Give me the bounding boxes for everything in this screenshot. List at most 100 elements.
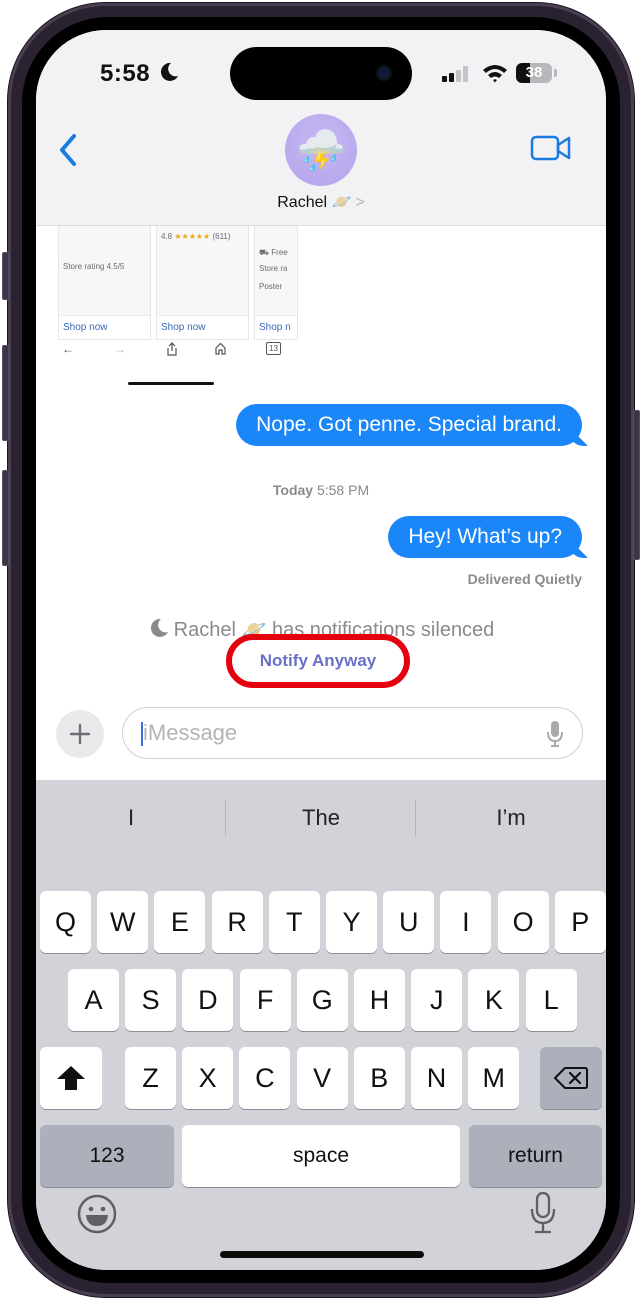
message-timestamp: Today 5:58 PM [36, 482, 606, 498]
key-s[interactable]: S [125, 969, 177, 1031]
free-shipping-text: Free [271, 248, 288, 257]
suggestion-1[interactable]: I [36, 780, 226, 856]
key-i[interactable]: I [440, 891, 492, 953]
key-w[interactable]: W [97, 891, 149, 953]
key-l[interactable]: L [525, 969, 577, 1031]
browser-back-icon[interactable]: ← [62, 342, 74, 356]
keyboard: I The I’m QWERTYUIOP ASDFGHJKL ZXCVBNM 1… [36, 780, 606, 1270]
message-bubble[interactable]: Hey! What’s up? [388, 516, 582, 558]
battery-percent: 38 [525, 64, 543, 81]
imessage-input[interactable]: iMessage [122, 707, 583, 759]
share-icon[interactable] [166, 342, 178, 356]
key-t[interactable]: T [268, 891, 320, 953]
chevron-right-icon: > [355, 194, 365, 211]
key-r[interactable]: R [211, 891, 263, 953]
tabs-count-button[interactable]: 13 [266, 342, 281, 355]
key-e[interactable]: E [154, 891, 206, 953]
key-d[interactable]: D [182, 969, 234, 1031]
conversation-header: 5:58 38 ⛈️ Rachel 🪐 > [36, 30, 606, 226]
key-a[interactable]: A [68, 969, 119, 1031]
suggestion-2[interactable]: The [226, 780, 416, 856]
key-q[interactable]: Q [40, 891, 91, 953]
browser-toolbar: ← → 13 [58, 342, 298, 364]
notify-anyway-label: Notify Anyway [259, 651, 377, 670]
key-f[interactable]: F [239, 969, 291, 1031]
back-button[interactable] [54, 130, 84, 170]
key-y[interactable]: Y [326, 891, 377, 953]
key-x[interactable]: X [182, 1047, 234, 1109]
contact-name: Rachel 🪐 [277, 194, 352, 211]
preview-grabber [128, 382, 214, 385]
action-button [2, 252, 9, 300]
moon-icon [160, 62, 178, 81]
key-j[interactable]: J [411, 969, 463, 1031]
emoji-icon[interactable] [76, 1193, 118, 1235]
status-time: 5:58 [100, 60, 151, 87]
key-p[interactable]: P [554, 891, 606, 953]
shop-now-link[interactable]: Shop now [59, 315, 150, 339]
key-k[interactable]: K [468, 969, 520, 1031]
wifi-icon [483, 65, 507, 83]
home-icon[interactable] [214, 342, 227, 355]
timestamp-day: Today [272, 482, 314, 498]
key-n[interactable]: N [411, 1047, 462, 1109]
store-rating-text: Store rating 4.5/5 [63, 262, 125, 271]
side-power-button [633, 410, 640, 560]
home-indicator [220, 1251, 424, 1258]
delete-backspace-icon [554, 1067, 588, 1089]
space-key[interactable]: space [182, 1125, 460, 1187]
timestamp-time: 5:58 PM [316, 482, 370, 498]
key-o[interactable]: O [497, 891, 549, 953]
apps-plus-button[interactable] [56, 710, 104, 758]
contact-name-button[interactable]: Rachel 🪐 > [36, 192, 606, 212]
key-u[interactable]: U [383, 891, 435, 953]
suggestion-3[interactable]: I’m [416, 780, 606, 856]
browser-forward-icon[interactable]: → [114, 342, 126, 356]
product-card[interactable]: Store rating 4.5/5 Shop now [58, 226, 151, 340]
storm-cloud-icon: ⛈️ [296, 128, 346, 173]
dynamic-island [230, 47, 412, 100]
video-call-button[interactable] [530, 134, 572, 162]
shift-icon [57, 1066, 85, 1090]
key-g[interactable]: G [296, 969, 348, 1031]
contact-avatar[interactable]: ⛈️ [285, 114, 357, 186]
numbers-key[interactable]: 123 [40, 1125, 174, 1187]
notify-anyway-button[interactable]: Notify Anyway [226, 634, 410, 688]
shipping-text: ⛟ Free [259, 248, 288, 258]
truck-icon: ⛟ [259, 248, 272, 257]
battery-icon: 38 [516, 63, 552, 83]
shop-now-link[interactable]: Shop now [157, 315, 248, 339]
rating-count: (611) [212, 232, 231, 241]
link-preview[interactable]: Store rating 4.5/5 Shop now 4.8 ★★★★★ (6… [58, 226, 298, 356]
key-m[interactable]: M [468, 1047, 520, 1109]
product-card[interactable]: 4.8 ★★★★★ (611) Shop now [156, 226, 249, 340]
battery-nub [554, 69, 557, 77]
shift-key[interactable] [40, 1047, 102, 1109]
key-z[interactable]: Z [125, 1047, 176, 1109]
delete-key[interactable] [540, 1047, 602, 1109]
moon-icon [150, 618, 168, 637]
product-type-text: Poster [259, 282, 283, 291]
product-rating: 4.8 ★★★★★ (611) [161, 232, 231, 241]
screen: 5:58 38 ⛈️ Rachel 🪐 > Store rating 4.5/5… [36, 30, 606, 1270]
delivery-status: Delivered Quietly [467, 571, 582, 587]
volume-up-button [2, 345, 9, 441]
front-camera [378, 67, 390, 79]
store-rating-text: Store ra [259, 264, 288, 273]
dictation-microphone-button[interactable] [530, 1191, 556, 1235]
key-v[interactable]: V [296, 1047, 348, 1109]
key-b[interactable]: B [353, 1047, 405, 1109]
product-card[interactable]: ⛟ Free Store ra Poster Shop n [254, 226, 298, 340]
volume-down-button [2, 470, 9, 566]
plus-icon [69, 723, 91, 745]
return-key[interactable]: return [469, 1125, 602, 1187]
rating-value: 4.8 [161, 232, 173, 241]
shop-now-link[interactable]: Shop n [255, 315, 297, 339]
imessage-placeholder: iMessage [143, 720, 238, 745]
message-bubble[interactable]: Nope. Got penne. Special brand. [236, 404, 582, 446]
key-c[interactable]: C [239, 1047, 291, 1109]
key-h[interactable]: H [354, 969, 405, 1031]
cellular-signal-icon [442, 66, 470, 82]
microphone-icon[interactable] [546, 720, 564, 748]
star-icons: ★★★★★ [174, 232, 211, 241]
